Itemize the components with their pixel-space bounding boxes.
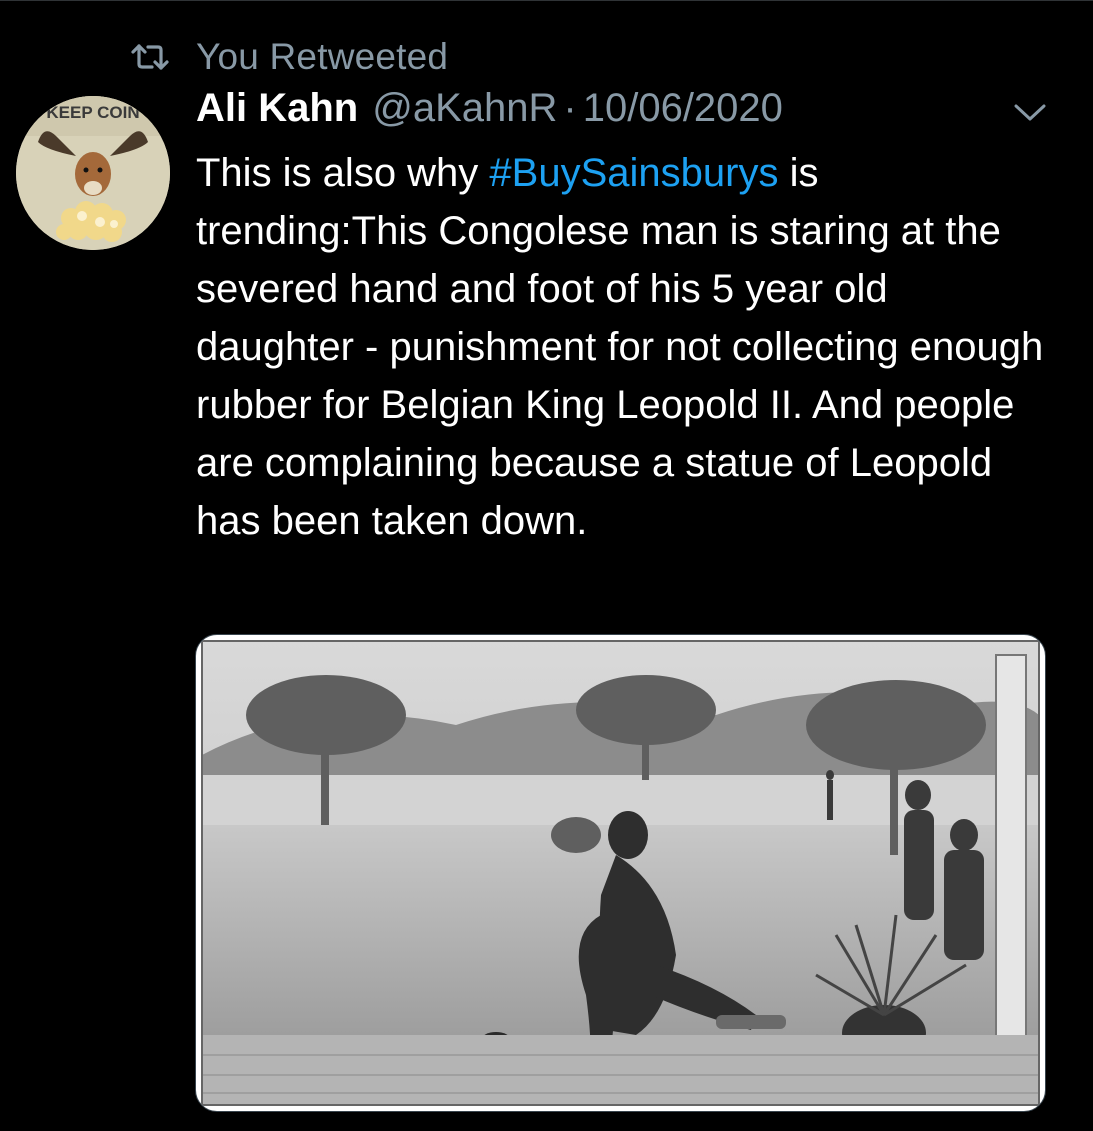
- tweet-text-before: This is also why: [196, 151, 490, 195]
- top-divider: [0, 0, 1093, 1]
- author-handle[interactable]: @aKahnR: [372, 86, 557, 131]
- tweet-text: This is also why #BuySainsburys is trend…: [196, 144, 1056, 550]
- tweet-text-after: is trending:This Congolese man is starin…: [196, 151, 1055, 543]
- header-separator: ·: [563, 86, 577, 130]
- retweet-icon: [131, 44, 169, 70]
- avatar-badge-text: KEEP COIN: [46, 103, 139, 122]
- retweet-context[interactable]: You Retweeted: [130, 36, 448, 78]
- avatar-image: KEEP COIN: [16, 96, 170, 250]
- tweet-media-photo[interactable]: [195, 634, 1046, 1112]
- hashtag-link[interactable]: #BuySainsburys: [489, 151, 778, 195]
- tweet-header: Ali Kahn @aKahnR · 10/06/2020: [196, 86, 783, 142]
- author-name[interactable]: Ali Kahn: [196, 86, 358, 131]
- tweet-date[interactable]: 10/06/2020: [583, 86, 783, 131]
- avatar[interactable]: KEEP COIN: [16, 96, 170, 250]
- retweet-label: You Retweeted: [196, 36, 449, 77]
- chevron-down-icon[interactable]: [1012, 100, 1048, 124]
- photo-image: [201, 640, 1040, 1106]
